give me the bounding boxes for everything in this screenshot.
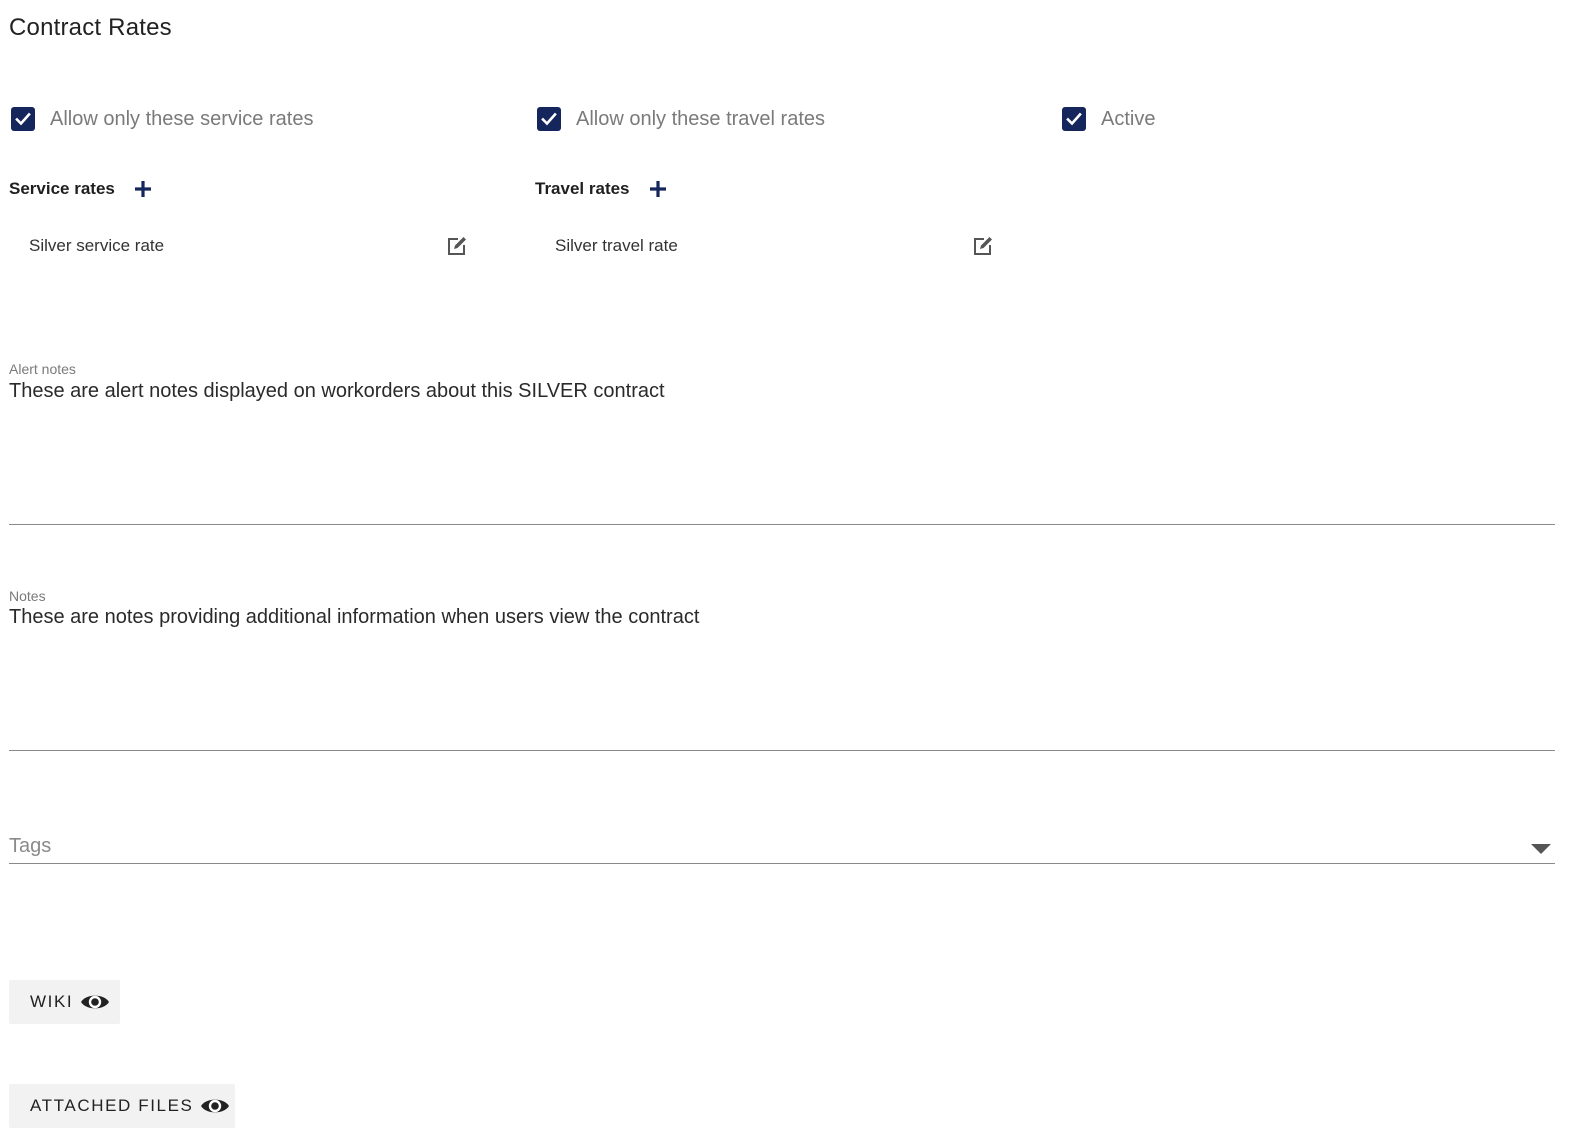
edit-service-rate-button[interactable]	[445, 234, 469, 258]
eye-icon[interactable]	[80, 991, 110, 1013]
check-icon[interactable]	[11, 107, 35, 131]
tags-placeholder[interactable]: Tags	[9, 835, 51, 858]
attached-files-button-label[interactable]: ATTACHED FILES	[30, 1096, 193, 1116]
list-item[interactable]: Silver travel rate	[555, 233, 995, 259]
attached-files-button[interactable]: ATTACHED FILES	[9, 1084, 235, 1128]
notes-underline	[9, 750, 1555, 751]
travel-rates-header: Travel rates	[535, 176, 670, 202]
wiki-button-label[interactable]: WIKI	[30, 992, 73, 1012]
plus-icon	[134, 181, 151, 197]
add-travel-rate-button[interactable]	[646, 177, 670, 201]
alert-notes-label: Alert notes	[9, 361, 76, 377]
notes-field[interactable]: These are notes providing additional inf…	[9, 606, 699, 629]
edit-icon	[974, 237, 992, 255]
plus-icon	[649, 181, 666, 197]
service-rates-header: Service rates	[9, 176, 155, 202]
active-label[interactable]: Active	[1101, 108, 1155, 131]
alert-notes-field[interactable]: These are alert notes displayed on worko…	[9, 380, 665, 403]
caret-down-icon[interactable]	[1531, 844, 1551, 854]
list-item[interactable]: Silver service rate	[29, 233, 469, 259]
check-icon[interactable]	[1062, 107, 1086, 131]
travel-rates-title: Travel rates	[535, 179, 630, 198]
travel-rates-only-checkbox[interactable]: Allow only these travel rates	[537, 105, 825, 133]
service-rates-only-label[interactable]: Allow only these service rates	[50, 108, 313, 131]
wiki-button[interactable]: WIKI	[9, 980, 120, 1024]
travel-rate-label[interactable]: Silver travel rate	[555, 236, 678, 256]
page-title: Contract Rates	[9, 14, 172, 41]
eye-icon[interactable]	[200, 1095, 230, 1117]
edit-travel-rate-button[interactable]	[971, 234, 995, 258]
service-rates-only-checkbox[interactable]: Allow only these service rates	[11, 105, 313, 133]
check-icon[interactable]	[537, 107, 561, 131]
service-rate-label[interactable]: Silver service rate	[29, 236, 164, 256]
alert-notes-underline	[9, 524, 1555, 525]
active-checkbox[interactable]: Active	[1062, 105, 1155, 133]
travel-rates-only-label[interactable]: Allow only these travel rates	[576, 108, 825, 131]
service-rates-title: Service rates	[9, 179, 115, 198]
edit-icon	[448, 237, 466, 255]
tags-select[interactable]: Tags	[9, 832, 1555, 864]
tags-underline	[9, 863, 1555, 864]
add-service-rate-button[interactable]	[131, 177, 155, 201]
notes-label: Notes	[9, 588, 46, 604]
